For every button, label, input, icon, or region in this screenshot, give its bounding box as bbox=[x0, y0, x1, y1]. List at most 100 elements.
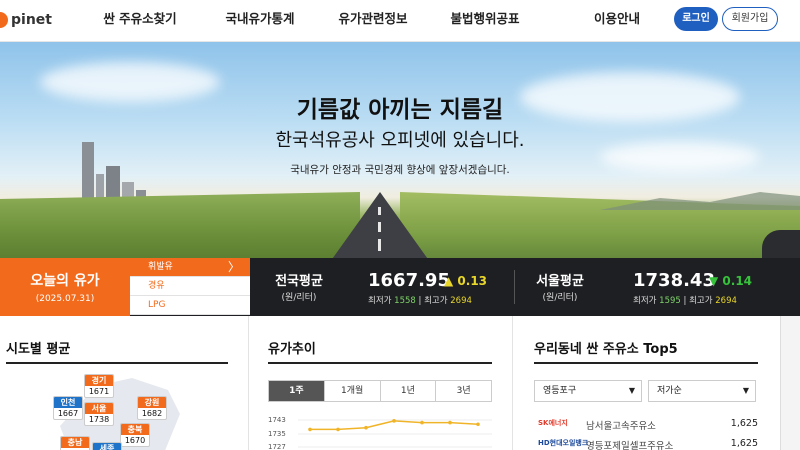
period-tabs: 1주 1개월 1년 3년 bbox=[268, 380, 492, 402]
price-band: 오늘의 유가 (2025.07.31) 휘발유 〉 경유 LPG 전국평균 (원… bbox=[0, 258, 800, 316]
min-value: 1558 bbox=[394, 296, 416, 306]
hero-subtitle: 한국석유공사 오피넷에 있습니다. bbox=[275, 130, 525, 151]
road-line bbox=[378, 239, 381, 251]
fuel-tab-label: LPG bbox=[148, 300, 166, 310]
trend-point bbox=[476, 422, 480, 427]
opinet-logo[interactable]: pinet bbox=[0, 8, 52, 32]
period-tab-3years[interactable]: 3년 bbox=[435, 381, 491, 401]
seoul-average-label: 서울평균 bbox=[536, 274, 584, 289]
trend-point bbox=[336, 427, 340, 432]
sort-select[interactable]: 저가순 ▼ bbox=[648, 380, 756, 402]
region-name: 서울 bbox=[85, 403, 113, 414]
hero-description: 국내유가 안정과 국민경제 향상에 앞장서겠습니다. bbox=[290, 164, 510, 176]
main-nav: 싼 주유소찾기 국내유가통계 유가관련정보 불법행위공표 이용안내 bbox=[90, 0, 667, 40]
field-left bbox=[0, 192, 360, 258]
right-side-panel-edge bbox=[780, 316, 800, 450]
region-value: 1671 bbox=[88, 387, 110, 396]
max-label: 최고가 bbox=[424, 296, 448, 306]
car-shape bbox=[762, 230, 800, 258]
region-tag-sejong[interactable]: 세종 bbox=[92, 442, 122, 450]
region-tag-seoul[interactable]: 서울 1738 bbox=[84, 402, 114, 426]
trend-point bbox=[448, 420, 452, 425]
national-average-price: 1667.95 bbox=[368, 270, 450, 291]
region-value: 1667 bbox=[57, 409, 79, 418]
fuel-tab-label: 경유 bbox=[148, 281, 165, 291]
hero-title: 기름값 아끼는 지름길 bbox=[296, 97, 504, 123]
nav-domestic-stats[interactable]: 국내유가통계 bbox=[205, 0, 315, 40]
fuel-tab-label: 휘발유 bbox=[148, 262, 173, 272]
trend-title-rule bbox=[268, 362, 492, 364]
region-name: 세종 bbox=[93, 443, 121, 450]
today-price-title: 오늘의 유가 bbox=[30, 273, 100, 289]
station-name: 남서울고속주유소 bbox=[586, 421, 656, 432]
seoul-average: 서울평균 (원/리터) 1738.43 ▼ 0.14 최저가 1595 | 최고… bbox=[515, 258, 780, 316]
trend-chart: 1743 1735 1727 bbox=[268, 414, 492, 450]
period-tab-1month[interactable]: 1개월 bbox=[323, 381, 380, 401]
road-line bbox=[378, 222, 381, 232]
today-price-date: (2025.07.31) bbox=[35, 294, 95, 304]
sk-energy-logo: SK에너지 bbox=[538, 419, 568, 427]
chevron-down-icon: ▼ bbox=[742, 386, 749, 395]
sort-select-value: 저가순 bbox=[657, 386, 682, 396]
logo-text: pinet bbox=[11, 12, 52, 28]
fuel-tab-lpg[interactable]: LPG bbox=[130, 296, 250, 315]
trend-point bbox=[308, 427, 312, 432]
period-tab-1year[interactable]: 1년 bbox=[379, 381, 436, 401]
region-value: 1682 bbox=[141, 409, 163, 418]
seoul-average-price: 1738.43 bbox=[633, 270, 715, 291]
station-price: 1,625 bbox=[730, 438, 758, 449]
distant-hills bbox=[600, 192, 800, 210]
join-button[interactable]: 회원가입 bbox=[722, 7, 778, 31]
station-name: 영등포제일셀프주유소 bbox=[586, 441, 674, 450]
national-minmax: 최저가 1558 | 최고가 2694 bbox=[368, 296, 472, 306]
road-line bbox=[378, 207, 381, 215]
hd-oilbank-logo: HD현대오일뱅크 bbox=[538, 439, 589, 447]
regional-title-rule bbox=[6, 362, 228, 364]
top-header: pinet 싼 주유소찾기 국내유가통계 유가관련정보 불법행위공표 이용안내 … bbox=[0, 0, 800, 42]
trend-point bbox=[420, 420, 424, 425]
trend-point bbox=[364, 425, 368, 430]
opinet-home: pinet 싼 주유소찾기 국내유가통계 유가관련정보 불법행위공표 이용안내 … bbox=[0, 0, 800, 450]
max-value: 2694 bbox=[450, 296, 472, 306]
nav-guide[interactable]: 이용안내 bbox=[567, 0, 667, 40]
chevron-down-icon: ▼ bbox=[628, 386, 635, 395]
fuel-tabs: 휘발유 〉 경유 LPG bbox=[130, 258, 250, 316]
regional-title: 시도별 평균 bbox=[6, 342, 71, 357]
trend-title: 유가추이 bbox=[268, 342, 316, 357]
region-tag-chungnam[interactable]: 충남 bbox=[60, 436, 90, 450]
y-tick-label: 1743 bbox=[268, 416, 286, 424]
hero-banner: 기름값 아끼는 지름길 한국석유공사 오피넷에 있습니다. 국내유가 안정과 국… bbox=[0, 42, 800, 258]
chevron-right-icon: 〉 bbox=[227, 260, 240, 274]
station-row[interactable]: SK에너지 남서울고속주유소 1,625 bbox=[534, 416, 758, 434]
district-select[interactable]: 영등포구 ▼ bbox=[534, 380, 642, 402]
nav-illegal-notice[interactable]: 불법행위공표 bbox=[425, 0, 545, 40]
max-label: 최고가 bbox=[689, 296, 713, 306]
trend-point bbox=[392, 419, 396, 423]
period-tab-1week[interactable]: 1주 bbox=[269, 381, 324, 401]
station-row[interactable]: HD현대오일뱅크 영등포제일셀프주유소 1,625 bbox=[534, 436, 758, 450]
region-name: 충남 bbox=[61, 437, 89, 448]
login-button[interactable]: 로그인 bbox=[674, 7, 718, 31]
region-tag-gyeonggi[interactable]: 경기 1671 bbox=[84, 374, 114, 398]
region-tag-chungbuk[interactable]: 충북 1670 bbox=[120, 423, 150, 447]
top5-title-rule bbox=[534, 362, 758, 364]
region-name: 인천 bbox=[54, 397, 82, 408]
fuel-tab-diesel[interactable]: 경유 bbox=[130, 277, 250, 296]
fuel-tab-gasoline[interactable]: 휘발유 〉 bbox=[130, 258, 250, 277]
region-tag-gangwon[interactable]: 강원 1682 bbox=[137, 396, 167, 420]
max-value: 2694 bbox=[715, 296, 737, 306]
nav-price-info[interactable]: 유가관련정보 bbox=[323, 0, 423, 40]
national-average-change: ▲ 0.13 bbox=[444, 274, 488, 288]
region-tag-incheon[interactable]: 인천 1667 bbox=[53, 396, 83, 420]
national-average-unit: (원/리터) bbox=[281, 293, 317, 303]
region-name: 충북 bbox=[121, 424, 149, 435]
logo-mark-icon bbox=[0, 12, 8, 28]
seoul-average-change: ▼ 0.14 bbox=[709, 274, 753, 288]
station-price: 1,625 bbox=[730, 418, 758, 429]
nav-cheap-station[interactable]: 싼 주유소찾기 bbox=[90, 0, 190, 40]
y-tick-label: 1727 bbox=[268, 443, 286, 450]
min-value: 1595 bbox=[659, 296, 681, 306]
seoul-minmax: 최저가 1595 | 최고가 2694 bbox=[633, 296, 737, 306]
district-select-value: 영등포구 bbox=[543, 386, 577, 396]
today-price-box: 오늘의 유가 (2025.07.31) bbox=[0, 258, 130, 316]
